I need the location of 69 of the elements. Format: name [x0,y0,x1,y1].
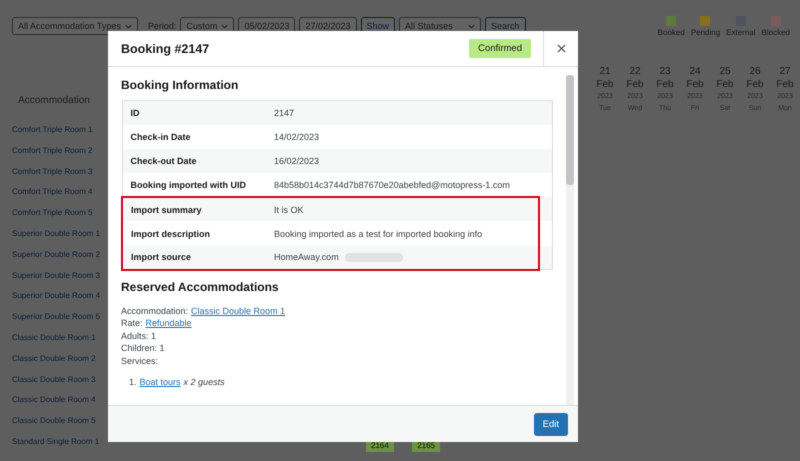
day-number: 21 [599,65,611,78]
room-link[interactable]: Classic Double Room 4 [0,390,108,412]
period-label: Period: [148,21,176,31]
legend-label: Pending [690,28,720,36]
table-cell: HomeAway.com [266,246,538,270]
legend-label: External [726,28,756,36]
section-title: Reserved Accommodations [121,280,280,294]
caret-icon [468,24,476,28]
table-cell: 84b58b014c3744d7b87670e20abebfed@motopress-1.com [266,173,538,198]
close-icon [556,44,566,53]
dialog-title: Booking #2147 [121,42,210,56]
scrollbar[interactable] [566,75,574,405]
legend-label: Blocked [762,28,790,36]
day-number: 27 [779,65,791,78]
day-number: 26 [749,65,761,78]
table-cell: 2147 [266,100,538,125]
accommodation-type-dropdown[interactable]: All Accommodation Types [12,17,138,35]
legend-label: Booked [658,28,685,36]
list-number: 1. [129,376,137,389]
month-label: Feb [686,78,704,91]
caret-icon [221,24,228,28]
caret-icon [124,24,132,28]
room-link[interactable]: Superior Double Room 1 [0,224,108,245]
edit-button[interactable]: Edit [534,412,568,436]
room-link[interactable]: Classic Double Room 3 [0,370,108,390]
day-number: 25 [719,65,731,78]
room-link[interactable]: Standard Single Room 1 [0,432,108,453]
table-cell: Check-out Date [122,148,266,174]
room-link[interactable]: Superior Double Room 2 [0,244,108,266]
detail-label: Accommodation: [121,304,188,318]
detail-link[interactable]: Classic Double Room 1 [191,304,286,318]
room-link[interactable]: Superior Double Room 3 [0,266,108,286]
month-label: Feb [626,78,644,91]
column-header: Accommodation [17,94,91,108]
day-number: 22 [629,65,641,78]
day-number: 23 [659,65,671,78]
month-label: Feb [716,78,734,91]
service-note: x 2 guests [184,376,225,389]
section-title: Booking Information [121,78,240,92]
room-link[interactable]: Classic Double Room 2 [0,348,108,370]
room-link[interactable]: Classic Double Room 5 [0,411,108,432]
room-link[interactable]: Comfort Triple Room 4 [0,182,108,204]
month-label: Feb [776,78,794,91]
room-link[interactable]: Comfort Triple Room 1 [0,120,108,141]
room-link[interactable]: Superior Double Room 4 [0,286,108,308]
month-label: Feb [746,78,764,91]
room-link[interactable]: Classic Double Room 1 [0,328,108,349]
room-link[interactable]: Comfort Triple Room 2 [0,140,108,162]
room-link[interactable]: Superior Double Room 5 [0,307,108,328]
detail-label: Rate: [121,317,143,330]
table-cell: ID [122,100,266,125]
detail-label: Children: 1 [121,342,165,355]
status-badge: Confirmed [469,39,531,58]
day-number: 24 [689,65,701,78]
service-link[interactable]: Boat tours [140,376,181,389]
detail-link[interactable]: Refundable [146,317,192,330]
table-cell: Import source [122,246,266,270]
table-cell: Import summary [122,197,266,222]
month-label: Feb [656,78,674,91]
table-cell: 14/02/2023 [266,124,538,149]
detail-label: Adults: 1 [121,330,156,342]
table-cell: It is OK [266,197,538,222]
table-cell: 16/02/2023 [266,148,538,174]
room-link[interactable]: Comfort Triple Room 5 [0,203,108,224]
room-link[interactable]: Comfort Triple Room 3 [0,162,108,182]
table-cell: Check-in Date [122,124,266,149]
table-cell: Booking imported with UID [122,173,266,198]
month-label: Feb [596,78,614,91]
detail-label: Services: [121,354,158,368]
